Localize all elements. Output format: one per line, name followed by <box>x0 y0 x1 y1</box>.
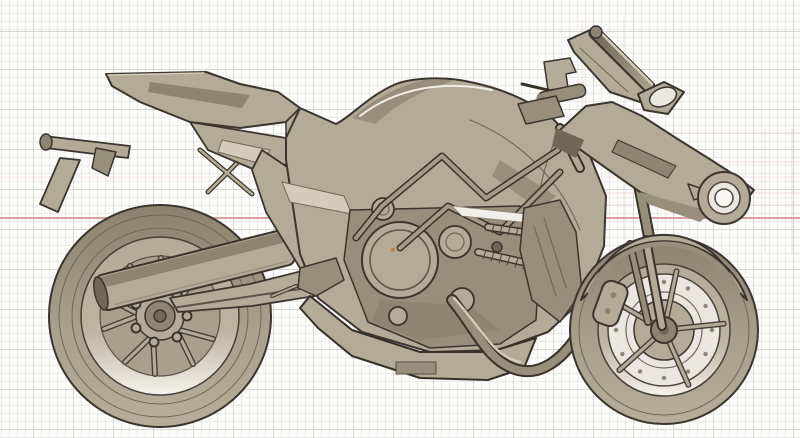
keyring-hole <box>714 188 734 208</box>
mud-flap <box>39 157 81 213</box>
keyring-tab[interactable] <box>697 171 751 225</box>
license-plate-hanger[interactable] <box>39 133 131 213</box>
rear-wheel[interactable] <box>48 204 272 428</box>
3d-viewport-canvas[interactable] <box>0 0 800 438</box>
scene <box>0 19 800 428</box>
motorcycle-model[interactable] <box>39 25 759 428</box>
